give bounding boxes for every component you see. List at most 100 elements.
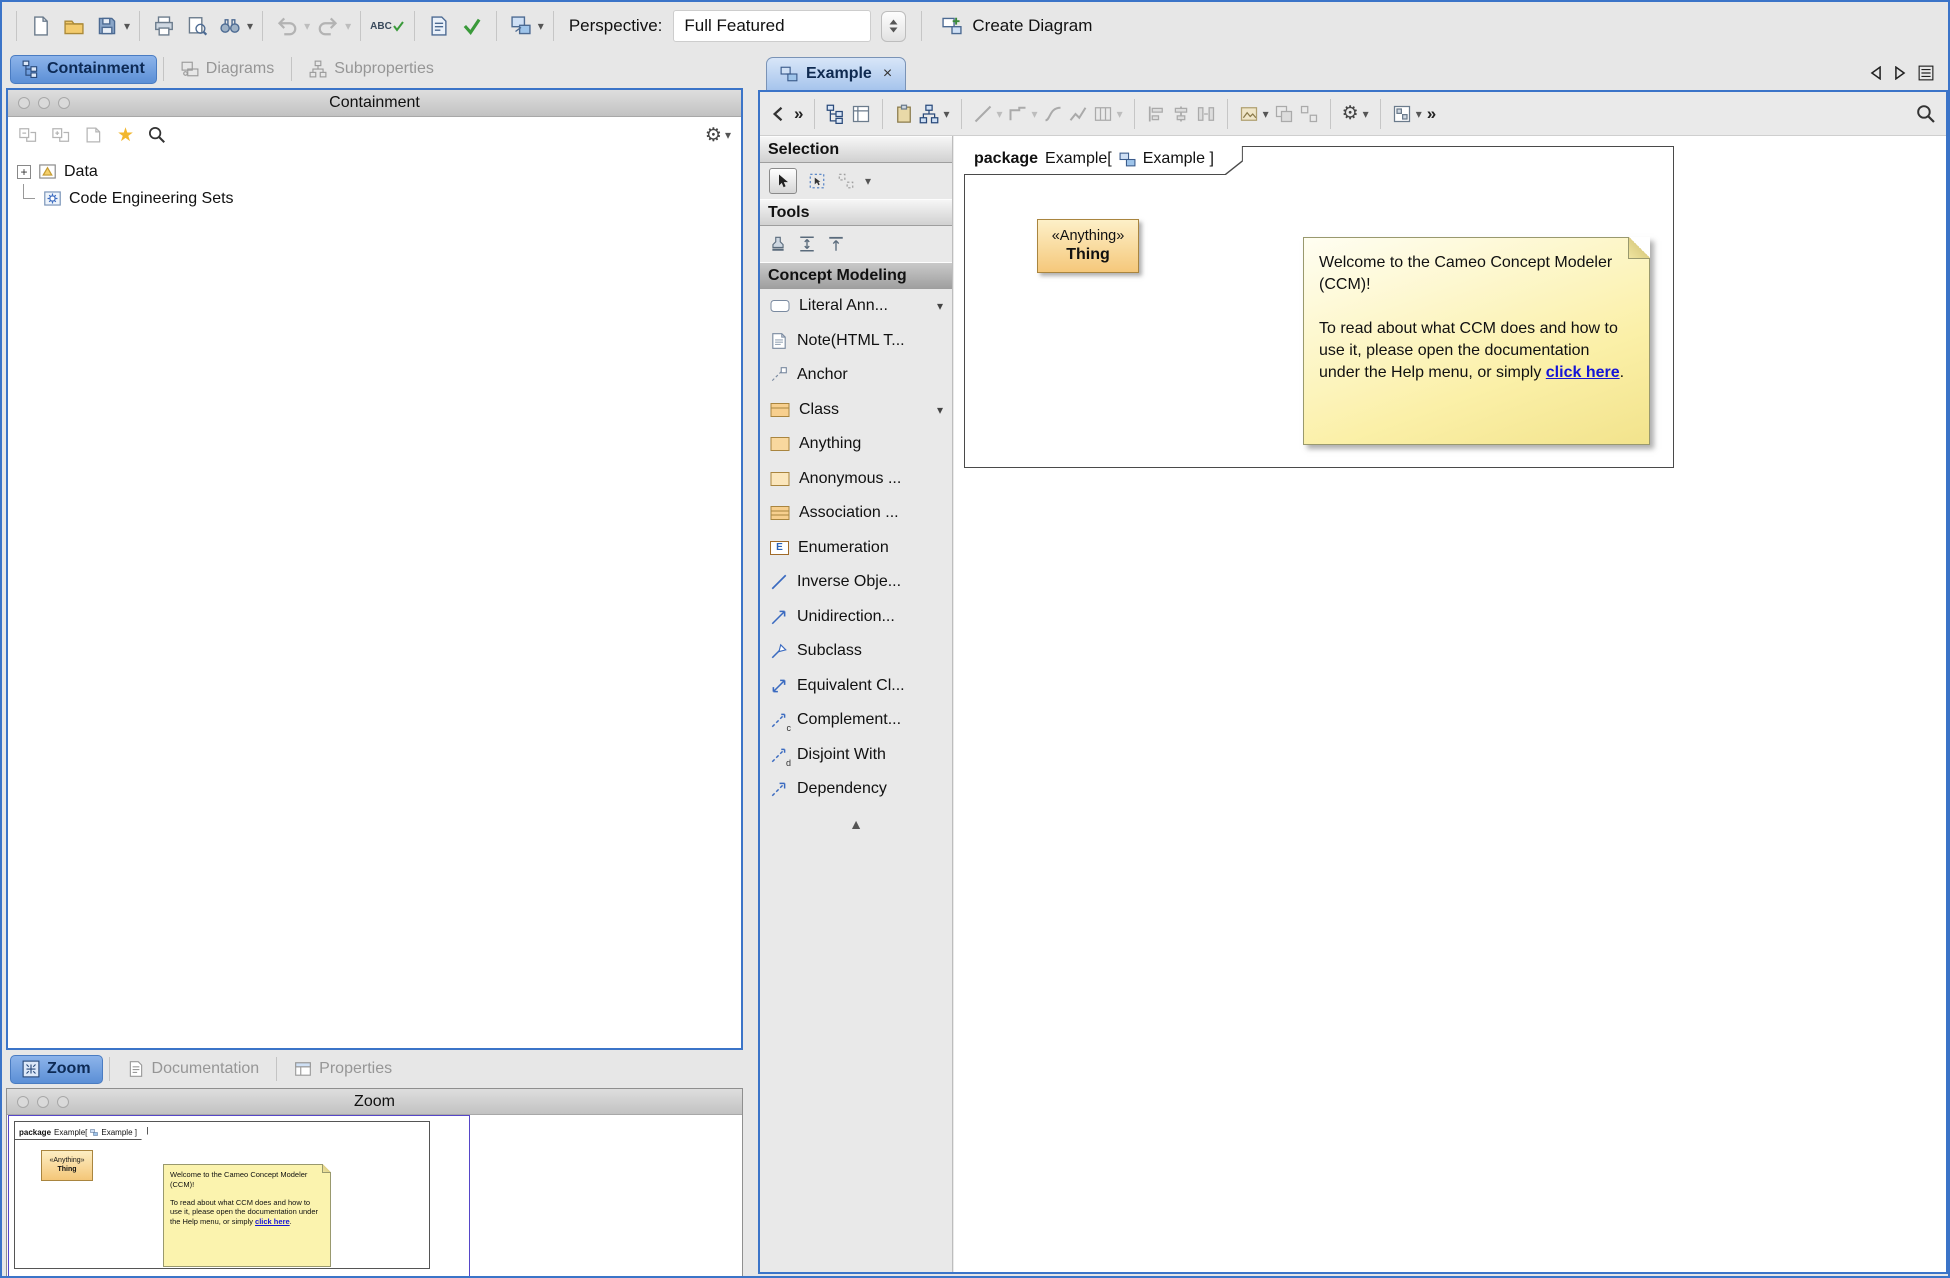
palette-header-concept-modeling[interactable]: Concept Modeling (760, 262, 952, 289)
chevron-down-icon[interactable]: ▾ (1032, 107, 1038, 121)
chevron-down-icon[interactable]: ▾ (538, 19, 544, 33)
search-icon[interactable] (147, 125, 167, 145)
gear-icon[interactable]: ⚙ (1342, 104, 1359, 123)
create-diagram-button[interactable]: Create Diagram (941, 15, 1092, 37)
tab-list-icon[interactable] (1918, 65, 1934, 81)
open-file-button[interactable] (59, 9, 89, 43)
hierarchy-icon[interactable] (919, 104, 939, 124)
favorites-star-icon[interactable]: ★ (117, 126, 134, 145)
zoom-viewport-rect[interactable] (8, 1115, 470, 1276)
stamp-tool-icon[interactable] (769, 235, 787, 253)
minimize-dot-icon[interactable] (37, 1096, 49, 1108)
palette-item-disjoint-with[interactable]: d Disjoint With (760, 738, 952, 773)
chevron-down-icon[interactable]: ▾ (1416, 107, 1422, 121)
image-shape-icon[interactable] (1239, 104, 1259, 124)
cursor-tool-button[interactable] (769, 168, 797, 194)
recent-diagram-button[interactable] (506, 9, 536, 43)
palette-item-complement[interactable]: c Complement... (760, 703, 952, 738)
window-control-dots[interactable] (17, 1096, 69, 1108)
show-containment-icon[interactable] (826, 104, 846, 124)
marquee-select-icon[interactable] (808, 172, 826, 190)
curved-path-icon[interactable] (1043, 104, 1063, 124)
close-tab-icon[interactable]: × (883, 65, 892, 83)
palette-item-class[interactable]: Class ▾ (760, 393, 952, 428)
group-icon[interactable] (1274, 104, 1294, 124)
chevron-down-icon[interactable]: ▾ (937, 299, 943, 313)
expand-all-icon[interactable] (51, 125, 71, 145)
palette-item-enumeration[interactable]: E Enumeration (760, 531, 952, 566)
layout-icon[interactable] (1392, 104, 1412, 124)
palette-item-unidirectional[interactable]: Unidirection... (760, 600, 952, 635)
previous-tab-icon[interactable] (1870, 66, 1882, 80)
zoom-preview[interactable]: package Example[ Example ] «Anything» Th… (7, 1115, 742, 1276)
validate-button[interactable] (424, 9, 454, 43)
print-button[interactable] (149, 9, 179, 43)
undo-button[interactable] (272, 9, 302, 43)
expand-icon[interactable]: + (17, 165, 31, 179)
gear-icon[interactable]: ⚙ (705, 126, 722, 145)
package-frame[interactable]: package Example[ Example ] «Anything» Th… (964, 146, 1674, 468)
tab-example-diagram[interactable]: Example × (766, 57, 906, 90)
close-dot-icon[interactable] (17, 1096, 29, 1108)
maximize-dot-icon[interactable] (58, 97, 70, 109)
palette-item-equivalent-class[interactable]: Equivalent Cl... (760, 669, 952, 704)
straight-path-icon[interactable] (973, 104, 993, 124)
tab-subproperties[interactable]: Subproperties (298, 55, 445, 84)
chevron-down-icon[interactable]: ▾ (865, 174, 871, 188)
palette-item-dependency[interactable]: Dependency (760, 772, 952, 807)
align-top-icon[interactable] (827, 235, 845, 253)
more-buttons-icon[interactable]: » (794, 105, 803, 122)
tree-row-data[interactable]: + Data (8, 158, 741, 185)
swimlane-icon[interactable] (1093, 104, 1113, 124)
tab-containment[interactable]: Containment (10, 55, 157, 84)
chevron-down-icon[interactable]: ▾ (124, 19, 130, 33)
back-icon[interactable] (769, 104, 789, 124)
chevron-down-icon[interactable]: ▾ (725, 128, 731, 142)
perspective-combobox[interactable]: Full Featured (673, 10, 871, 42)
save-button[interactable] (92, 9, 122, 43)
find-button[interactable] (215, 9, 245, 43)
more-buttons-icon[interactable]: » (1427, 105, 1436, 122)
palette-item-note-html[interactable]: Note(HTML T... (760, 324, 952, 359)
frame-header[interactable]: package Example[ Example ] (964, 146, 1242, 174)
palette-item-anchor[interactable]: Anchor (760, 358, 952, 393)
minimize-dot-icon[interactable] (38, 97, 50, 109)
tab-zoom[interactable]: Zoom (10, 1055, 103, 1084)
distribute-vertical-icon[interactable] (798, 235, 816, 253)
open-in-new-tree-icon[interactable] (84, 125, 104, 145)
spell-check-button[interactable]: ABC (370, 9, 405, 43)
paste-icon[interactable] (894, 104, 914, 124)
palette-item-inverse-object-property[interactable]: Inverse Obje... (760, 565, 952, 600)
palette-item-anything[interactable]: Anything (760, 427, 952, 462)
next-tab-icon[interactable] (1894, 66, 1906, 80)
palette-header-tools[interactable]: Tools (760, 199, 952, 226)
new-file-button[interactable] (26, 9, 56, 43)
lasso-select-icon[interactable] (837, 172, 855, 190)
palette-item-literal-annotation[interactable]: Literal Ann... ▾ (760, 289, 952, 324)
chevron-down-icon[interactable]: ▾ (1363, 107, 1369, 121)
palette-scroll-up[interactable]: ▲ (760, 807, 952, 832)
tab-documentation[interactable]: Documentation (116, 1055, 271, 1084)
palette-item-subclass[interactable]: Subclass (760, 634, 952, 669)
chevron-down-icon[interactable]: ▾ (1117, 107, 1123, 121)
distribute-icon[interactable] (1196, 104, 1216, 124)
print-preview-button[interactable] (182, 9, 212, 43)
palette-item-association-class[interactable]: Association ... (760, 496, 952, 531)
thing-class-box[interactable]: «Anything» Thing (1037, 219, 1139, 273)
window-control-dots[interactable] (18, 97, 70, 109)
tab-diagrams[interactable]: Diagrams (170, 55, 285, 84)
redo-button[interactable] (313, 9, 343, 43)
zigzag-path-icon[interactable] (1068, 104, 1088, 124)
commit-check-button[interactable] (457, 9, 487, 43)
palette-header-selection[interactable]: Selection (760, 136, 952, 163)
welcome-note[interactable]: Welcome to the Cameo Concept Modeler (CC… (1303, 237, 1650, 445)
chevron-down-icon[interactable]: ▾ (997, 107, 1003, 121)
search-icon[interactable] (1915, 103, 1937, 125)
maximize-dot-icon[interactable] (57, 1096, 69, 1108)
tree-row-code-engineering-sets[interactable]: Code Engineering Sets (8, 185, 741, 212)
chevron-down-icon[interactable]: ▾ (943, 107, 949, 121)
chevron-down-icon[interactable]: ▾ (304, 19, 310, 33)
ungroup-icon[interactable] (1299, 104, 1319, 124)
diagram-properties-icon[interactable] (851, 104, 871, 124)
tab-properties[interactable]: Properties (283, 1055, 403, 1084)
